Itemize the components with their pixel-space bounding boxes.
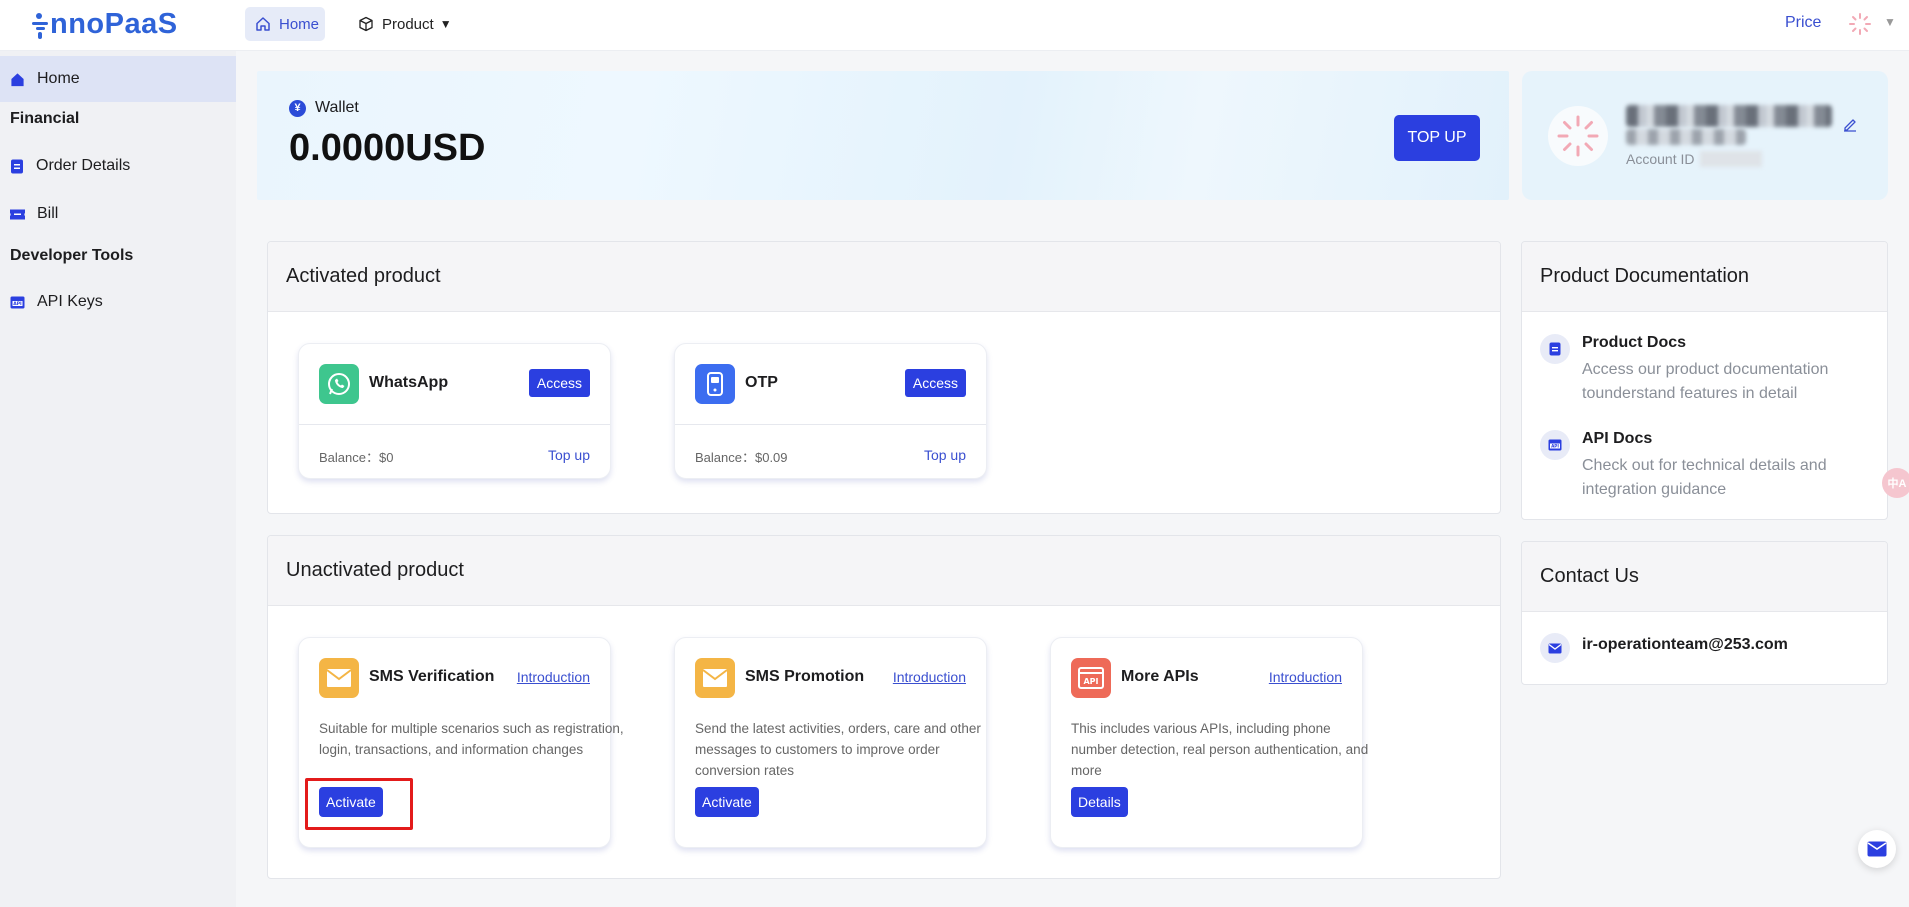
doc-title[interactable]: API Docs	[1582, 430, 1652, 448]
unactivated-product-title: Unactivated product	[268, 536, 1500, 606]
activate-button[interactable]: Activate	[695, 787, 759, 817]
contact-us-title: Contact Us	[1522, 542, 1887, 612]
nav-product-label: Product	[382, 15, 434, 33]
product-documentation-panel: Product Documentation Product Docs Acces…	[1521, 241, 1888, 520]
envelope-icon	[319, 658, 359, 698]
sidebar-section-developer-tools: Developer Tools	[10, 247, 134, 264]
product-card-more-apis: API More APIs Introduction This includes…	[1050, 637, 1368, 848]
sidebar-section-financial: Financial	[10, 110, 80, 127]
cube-icon	[359, 16, 373, 32]
doc-title[interactable]: Product Docs	[1582, 334, 1686, 352]
card-divider	[299, 424, 610, 425]
activated-product-title: Activated product	[268, 242, 1500, 312]
logo[interactable]: nnoPaaS	[32, 8, 178, 41]
caret-down-icon: ▼	[439, 17, 452, 31]
api-icon: API	[1071, 658, 1111, 698]
nav-home-button[interactable]: Home	[245, 7, 325, 41]
nav-price-link[interactable]: Price	[1785, 14, 1821, 32]
svg-text:API: API	[13, 301, 22, 307]
home-icon	[11, 72, 24, 86]
wallet-amount: 0.0000USD	[289, 127, 486, 169]
access-button[interactable]: Access	[528, 369, 590, 397]
product-card-whatsapp: WhatsApp Access Balance：$0 Top up	[298, 343, 611, 479]
document-icon	[11, 159, 23, 173]
introduction-link[interactable]: Introduction	[1269, 669, 1342, 685]
translate-float-button[interactable]: 中A	[1882, 468, 1909, 498]
sidebar-item-label: Order Details	[36, 157, 131, 174]
avatar	[1548, 106, 1608, 166]
product-description: This includes various APIs, including ph…	[1071, 721, 1369, 778]
product-description: Suitable for multiple scenarios such as …	[319, 721, 624, 757]
wallet-label-text: Wallet	[315, 99, 359, 116]
access-button[interactable]: Access	[904, 369, 966, 397]
mail-float-button[interactable]	[1858, 830, 1896, 868]
sidebar-item-label: API Keys	[37, 293, 103, 310]
product-card-sms-promotion: SMS Promotion Introduction Send the late…	[674, 637, 987, 848]
highlight-box	[305, 778, 413, 830]
account-caret-down-icon[interactable]: ▼	[1884, 15, 1896, 29]
details-button[interactable]: Details	[1071, 787, 1128, 817]
sidebar: Home Financial Order Details Bill Develo…	[0, 51, 236, 907]
whatsapp-icon	[319, 364, 359, 404]
product-card-otp: OTP Access Balance：$0.09 Top up	[674, 343, 987, 479]
balance-text: Balance：$0	[319, 450, 394, 465]
api-icon: API	[10, 296, 25, 308]
activated-product-panel: Activated product WhatsApp Access Balanc…	[267, 241, 1501, 514]
contact-email[interactable]: ir-operationteam@253.com	[1582, 636, 1788, 654]
sidebar-item-api-keys[interactable]: API API Keys	[0, 279, 236, 325]
introduction-link[interactable]: Introduction	[517, 669, 590, 685]
account-card: Account ID	[1522, 71, 1888, 200]
sidebar-item-label: Bill	[37, 205, 59, 222]
sidebar-item-home[interactable]: Home	[0, 56, 236, 102]
api-icon: API	[1540, 430, 1570, 460]
user-avatar-spinner-icon[interactable]	[1848, 12, 1872, 36]
home-icon	[256, 17, 270, 31]
logo-text: nnoPaaS	[50, 8, 178, 40]
unactivated-product-panel: Unactivated product SMS Verification Int…	[267, 535, 1501, 879]
top-navbar: nnoPaaS Home Product ▼ Price ▼	[0, 0, 1909, 51]
product-name: More APIs	[1121, 668, 1199, 685]
doc-description: Check out for technical details and inte…	[1582, 457, 1827, 498]
top-up-link[interactable]: Top up	[924, 447, 966, 463]
logo-mark-icon	[32, 10, 48, 40]
account-subname-redacted	[1626, 129, 1746, 145]
mail-icon	[1867, 841, 1887, 857]
document-icon	[1540, 334, 1570, 364]
product-name: WhatsApp	[369, 374, 449, 391]
svg-text:API: API	[1551, 444, 1559, 449]
product-name: SMS Verification	[369, 668, 495, 685]
account-id-redacted	[1700, 151, 1762, 167]
doc-description: Access our product documentation tounder…	[1582, 361, 1829, 402]
svg-text:API: API	[1083, 677, 1098, 686]
loading-spinner-icon	[1557, 115, 1599, 157]
ticket-icon	[10, 209, 25, 219]
edit-icon[interactable]	[1842, 117, 1858, 133]
yen-icon: ¥	[289, 99, 306, 117]
nav-product-dropdown[interactable]: Product ▼	[358, 7, 452, 41]
account-name-redacted	[1626, 105, 1832, 127]
account-id-label: Account ID	[1626, 151, 1695, 167]
top-up-link[interactable]: Top up	[548, 447, 590, 463]
sidebar-item-label: Home	[37, 70, 80, 87]
sidebar-item-order-details[interactable]: Order Details	[0, 143, 236, 189]
mail-icon	[1540, 633, 1570, 663]
introduction-link[interactable]: Introduction	[893, 669, 966, 685]
nav-home-label: Home	[279, 15, 320, 33]
sidebar-item-bill[interactable]: Bill	[0, 191, 236, 237]
card-divider	[675, 424, 986, 425]
product-description: Send the latest activities, orders, care…	[695, 721, 981, 778]
balance-text: Balance：$0.09	[695, 450, 788, 465]
wallet-card: ¥ Wallet 0.0000USD TOP UP	[257, 71, 1509, 200]
otp-icon	[695, 364, 735, 404]
contact-us-panel: Contact Us ir-operationteam@253.com	[1521, 541, 1888, 685]
product-documentation-title: Product Documentation	[1522, 242, 1887, 312]
top-up-button[interactable]: TOP UP	[1394, 115, 1480, 161]
wallet-label: ¥ Wallet	[289, 99, 359, 117]
product-name: OTP	[745, 374, 778, 391]
envelope-icon	[695, 658, 735, 698]
product-name: SMS Promotion	[745, 668, 865, 685]
